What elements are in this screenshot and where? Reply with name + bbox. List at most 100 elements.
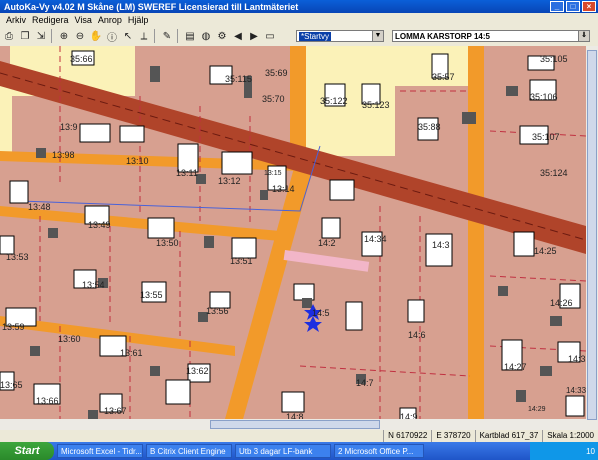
parcel-label: 14:3 <box>432 240 450 250</box>
parcel-label: 13:55 <box>140 290 163 300</box>
parcel-label: 35:122 <box>320 96 348 106</box>
parcel-label: 13:66 <box>36 396 59 406</box>
task-label: Utb 3 dagar LF-bank <box>239 447 313 456</box>
system-tray: 10 <box>530 442 598 460</box>
task-label: B Citrix Client Engine <box>150 447 226 456</box>
parcel-label: 13:98 <box>52 150 75 160</box>
task-citrix[interactable]: B Citrix Client Engine <box>146 444 232 458</box>
parcel-label: 13:9 <box>60 122 78 132</box>
close-button[interactable]: × <box>582 1 596 12</box>
select-arrow-icon[interactable]: ↖ <box>121 29 135 43</box>
parcel-label: 13:56 <box>206 306 229 316</box>
vertical-scrollbar[interactable] <box>586 46 598 430</box>
status-sheet: Kartblad 617_37 <box>474 430 543 442</box>
layer-select[interactable]: *Startvy ▼ <box>296 30 384 42</box>
parcel-label: 14:34 <box>364 234 387 244</box>
parcel-label: 13:53 <box>6 252 29 262</box>
parcel-label: 35:69 <box>265 68 288 78</box>
task-label: 2 Microsoft Office P... <box>338 447 414 456</box>
maximize-button[interactable]: □ <box>566 1 580 12</box>
parcel-label: 35:70 <box>262 94 285 104</box>
scroll-thumb[interactable] <box>210 420 380 429</box>
parcel-label: 13:50 <box>156 238 179 248</box>
parcel-label: 13:54 <box>82 280 105 290</box>
road <box>468 46 484 430</box>
parcel-label: 14:2 <box>318 238 336 248</box>
parcel-label: 35:88 <box>418 122 441 132</box>
menu-visa[interactable]: Visa <box>75 15 92 25</box>
pan-hand-icon[interactable]: ✋ <box>89 29 103 43</box>
parcel-label: 13:62 <box>186 366 209 376</box>
task-excel[interactable]: Microsoft Excel - Tidr... <box>57 444 143 458</box>
parcel-label: 35:57 <box>432 72 455 82</box>
status-east: E 378720 <box>431 430 474 442</box>
status-scale: Skala 1:2000 <box>542 430 598 442</box>
map-svg <box>0 46 586 430</box>
zoom-in-icon[interactable]: ⊕ <box>57 29 71 43</box>
parcel-label: 14:5 <box>312 308 330 318</box>
menu-hjalp[interactable]: Hjälp <box>128 15 149 25</box>
chevron-down-icon[interactable]: ▼ <box>372 31 383 41</box>
menu-redigera[interactable]: Redigera <box>32 15 69 25</box>
layers-icon[interactable]: ▤ <box>183 29 197 43</box>
parcel-label: 35:124 <box>540 168 568 178</box>
start-button[interactable]: Start <box>0 442 54 460</box>
parcel-label: 14:26 <box>550 298 573 308</box>
parcel-label: 14:33 <box>566 386 586 395</box>
forward-arrow-icon[interactable]: ▶ <box>247 29 261 43</box>
minimize-button[interactable]: _ <box>550 1 564 12</box>
settings-icon[interactable]: ⚙ <box>215 29 229 43</box>
parcel-label: 13:15 <box>264 170 282 177</box>
parcel-label: 13:65 <box>0 380 23 390</box>
parcel-label: 35:66 <box>70 54 93 64</box>
parcel-label: 35:105 <box>540 54 568 64</box>
back-arrow-icon[interactable]: ◀ <box>231 29 245 43</box>
print-icon[interactable]: ⎙ <box>2 29 16 43</box>
taskbar: Start Microsoft Excel - Tidr... B Citrix… <box>0 442 598 460</box>
parcel-label: 13:61 <box>120 348 143 358</box>
parcel-label: 14:32 <box>568 354 586 364</box>
parcel-label: 35:115 <box>225 74 252 84</box>
parcel-label: 35:123 <box>362 100 390 110</box>
train-icon[interactable]: ▭ <box>263 29 277 43</box>
title-bar: AutoKa-Vy v4.02 M Skåne (LM) SWEREF Lice… <box>0 0 598 13</box>
task-folder[interactable]: Utb 3 dagar LF-bank <box>235 444 331 458</box>
horizontal-scrollbar[interactable] <box>0 419 586 430</box>
parcel-label: 13:11 <box>176 168 198 178</box>
chevron-down-icon[interactable]: ⇓ <box>578 31 589 41</box>
zoom-out-icon[interactable]: ⊖ <box>73 29 87 43</box>
layer-select-value: *Startvy <box>299 32 332 41</box>
globe-icon[interactable]: ◍ <box>199 29 213 43</box>
task-office[interactable]: 2 Microsoft Office P... <box>334 444 424 458</box>
parcel-label: 13:67 <box>104 406 127 416</box>
start-label: Start <box>14 445 40 457</box>
parcel-label: 13:51 <box>230 256 253 266</box>
parcel-label: 35:107 <box>532 132 560 142</box>
measure-icon[interactable]: ⟂ <box>137 29 151 43</box>
yellow-parcel <box>0 86 12 156</box>
parcel-label: 14:7 <box>356 378 374 388</box>
scroll-thumb[interactable] <box>587 50 597 420</box>
property-search-input[interactable]: LOMMA KARSTORP 14:5 ⇓ <box>392 30 590 42</box>
property-search-value: LOMMA KARSTORP 14:5 <box>395 32 490 41</box>
copy-icon[interactable]: ❐ <box>18 29 32 43</box>
parcel-label: 14:27 <box>504 362 527 372</box>
parcel-label: 13:14 <box>272 184 295 194</box>
menu-anrop[interactable]: Anrop <box>98 15 122 25</box>
status-north: N 6170922 <box>383 430 431 442</box>
window-title: AutoKa-Vy v4.02 M Skåne (LM) SWEREF Lice… <box>4 1 299 12</box>
menu-arkiv[interactable]: Arkiv <box>6 15 26 25</box>
parcel-label: 35:106 <box>530 92 558 102</box>
parcel-label: 14:6 <box>408 330 426 340</box>
map-canvas[interactable]: 35:66 35:115 35:69 35:70 35:122 35:123 3… <box>0 46 586 430</box>
export-icon[interactable]: ⇲ <box>34 29 48 43</box>
parcel-label: 13:60 <box>58 334 81 344</box>
task-label: Microsoft Excel - Tidr... <box>61 447 142 456</box>
parcel-label: 14:25 <box>534 246 557 256</box>
menu-bar: Arkiv Redigera Visa Anrop Hjälp <box>0 13 598 26</box>
info-icon[interactable]: ⓘ <box>105 29 119 44</box>
parcel-label: 13:12 <box>218 176 241 186</box>
pen-icon[interactable]: ✎ <box>160 29 174 43</box>
parcel-label: 13:48 <box>28 202 51 212</box>
parcel-label: 13:49 <box>88 220 111 230</box>
